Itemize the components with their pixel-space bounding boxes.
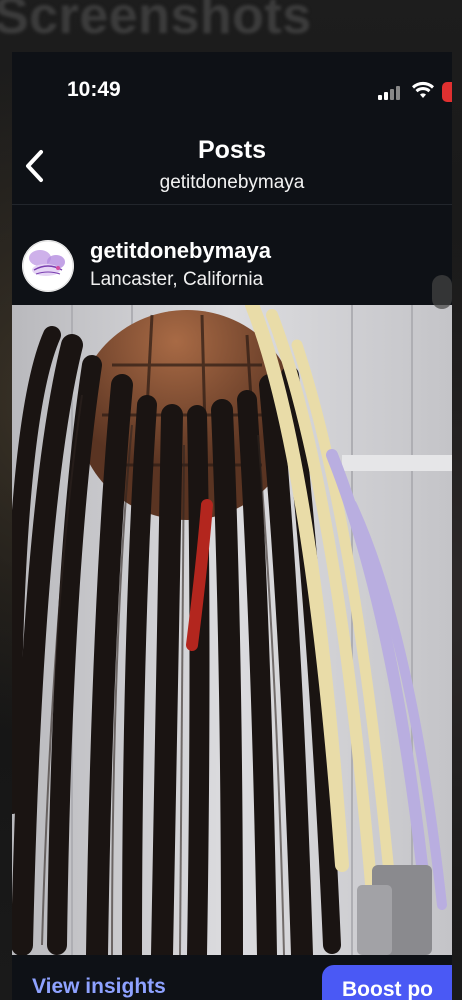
post-username[interactable]: getitdonebymaya (90, 238, 271, 264)
navigation-header: Posts getitdonebymaya (12, 122, 452, 205)
background-title: Screenshots (0, 0, 312, 45)
profile-logo-icon (22, 240, 74, 292)
cellular-signal-icon (378, 86, 402, 100)
boost-post-label: Boost po (342, 978, 433, 1000)
page-subtitle: getitdonebymaya (159, 172, 305, 193)
boost-post-button[interactable]: Boost po (322, 965, 452, 1000)
post-location[interactable]: Lancaster, California (90, 269, 263, 291)
page-title: Posts (197, 136, 267, 164)
avatar[interactable] (22, 240, 74, 292)
post-action-bar: View insights Boost po (12, 955, 452, 1000)
post-photo[interactable] (12, 305, 452, 955)
phone-screen: 10:49 Posts getitdonebymaya getitdonebym… (12, 52, 452, 1000)
status-time: 10:49 (67, 78, 121, 101)
wifi-icon (412, 81, 434, 98)
scroll-indicator[interactable] (432, 275, 452, 309)
post-header: getitdonebymaya Lancaster, California (12, 204, 452, 304)
view-insights-link[interactable]: View insights (32, 975, 166, 999)
status-bar: 10:49 (12, 52, 452, 122)
battery-icon (442, 82, 452, 102)
